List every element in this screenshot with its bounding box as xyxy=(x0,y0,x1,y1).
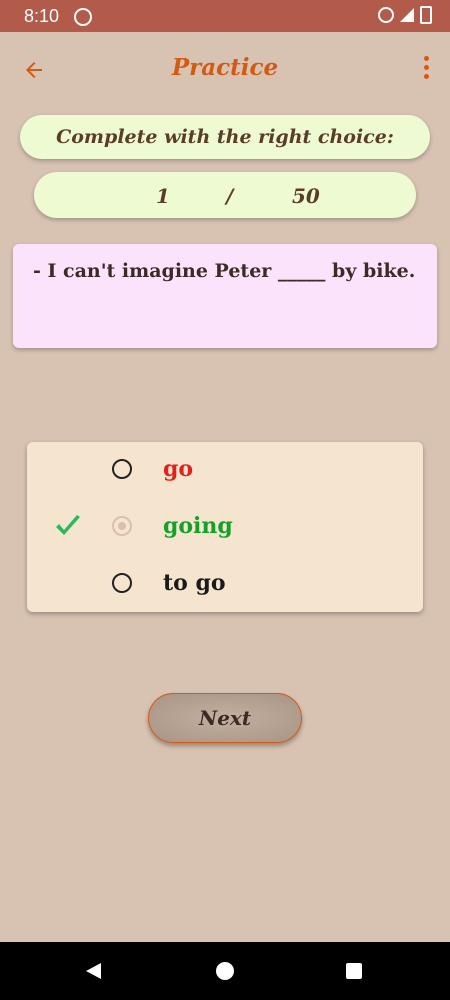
nav-recents-icon[interactable] xyxy=(346,963,362,979)
system-nav-bar xyxy=(0,942,450,1000)
option-label: going xyxy=(163,513,233,539)
dot-icon xyxy=(423,74,429,79)
instruction-banner: Complete with the right choice: xyxy=(20,115,430,159)
question-card: - I can't imagine Peter _____ by bike. xyxy=(13,244,437,348)
battery-icon xyxy=(420,6,432,24)
nav-home-icon[interactable] xyxy=(216,962,234,980)
option-label: go xyxy=(163,456,194,482)
counter-current: 1 xyxy=(156,184,170,208)
alarm-icon xyxy=(378,7,394,23)
status-time: 8:10 xyxy=(24,6,60,26)
status-bar: 8:10 xyxy=(0,0,450,32)
radio-button[interactable] xyxy=(112,459,132,479)
options-card: go going to go xyxy=(27,442,423,612)
status-icons xyxy=(378,6,432,24)
next-button[interactable]: Next xyxy=(148,693,302,743)
counter-total: 50 xyxy=(292,184,320,208)
check-icon xyxy=(56,515,80,535)
dot-icon xyxy=(423,65,429,70)
notification-app-icon xyxy=(74,8,92,26)
question-counter: 1 / 50 xyxy=(34,172,416,218)
signal-icon xyxy=(400,8,414,22)
radio-button[interactable] xyxy=(112,573,132,593)
option-label: to go xyxy=(163,570,226,596)
option-going[interactable]: going xyxy=(27,499,423,555)
option-to-go[interactable]: to go xyxy=(27,556,423,612)
dot-icon xyxy=(423,56,429,61)
more-options-button[interactable] xyxy=(420,56,432,84)
nav-back-icon[interactable] xyxy=(86,963,101,979)
page-title: Practice xyxy=(171,54,279,81)
radio-button-disabled xyxy=(112,516,132,536)
counter-separator: / xyxy=(226,184,234,208)
option-go[interactable]: go xyxy=(27,442,423,498)
question-text: - I can't imagine Peter _____ by bike. xyxy=(33,260,416,282)
app-bar: Practice xyxy=(0,32,450,108)
